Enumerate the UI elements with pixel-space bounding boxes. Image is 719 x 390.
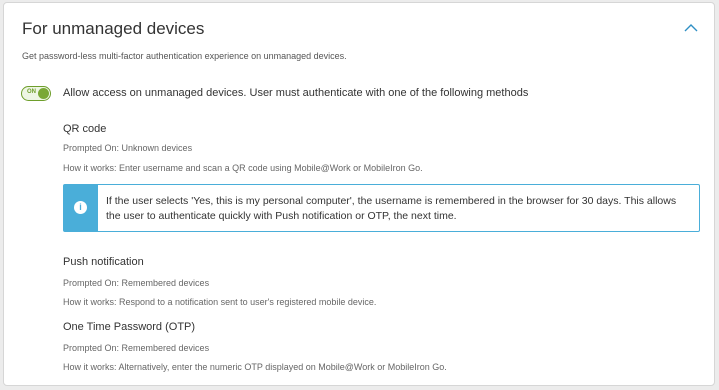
method-prompted-qr-code: Prompted On: Unknown devices (63, 143, 193, 153)
allow-access-label: Allow access on unmanaged devices. User … (63, 87, 529, 99)
section-description: Get password-less multi-factor authentic… (22, 51, 347, 61)
method-how-push-notification: How it works: Respond to a notification … (63, 297, 377, 307)
method-how-otp: How it works: Alternatively, enter the n… (63, 362, 447, 372)
method-prompted-otp: Prompted On: Remembered devices (63, 343, 210, 353)
info-callout: i If the user selects 'Yes, this is my p… (63, 184, 700, 232)
method-title-otp: One Time Password (OTP) (63, 321, 196, 333)
info-icon: i (74, 201, 87, 214)
toggle-state-label: ON (27, 89, 36, 95)
method-how-qr-code: How it works: Enter username and scan a … (63, 163, 423, 173)
unmanaged-devices-panel: For unmanaged devices Get password-less … (3, 2, 715, 386)
chevron-up-icon (684, 24, 698, 32)
method-title-push-notification: Push notification (63, 256, 144, 268)
info-bar: i (64, 185, 98, 231)
info-text: If the user selects 'Yes, this is my per… (106, 195, 677, 222)
toggle-knob (38, 88, 49, 99)
method-prompted-push-notification: Prompted On: Remembered devices (63, 278, 210, 288)
allow-access-toggle[interactable]: ON (21, 86, 51, 101)
collapse-button[interactable] (680, 19, 702, 37)
method-title-qr-code: QR code (63, 123, 107, 135)
section-title: For unmanaged devices (22, 19, 205, 38)
